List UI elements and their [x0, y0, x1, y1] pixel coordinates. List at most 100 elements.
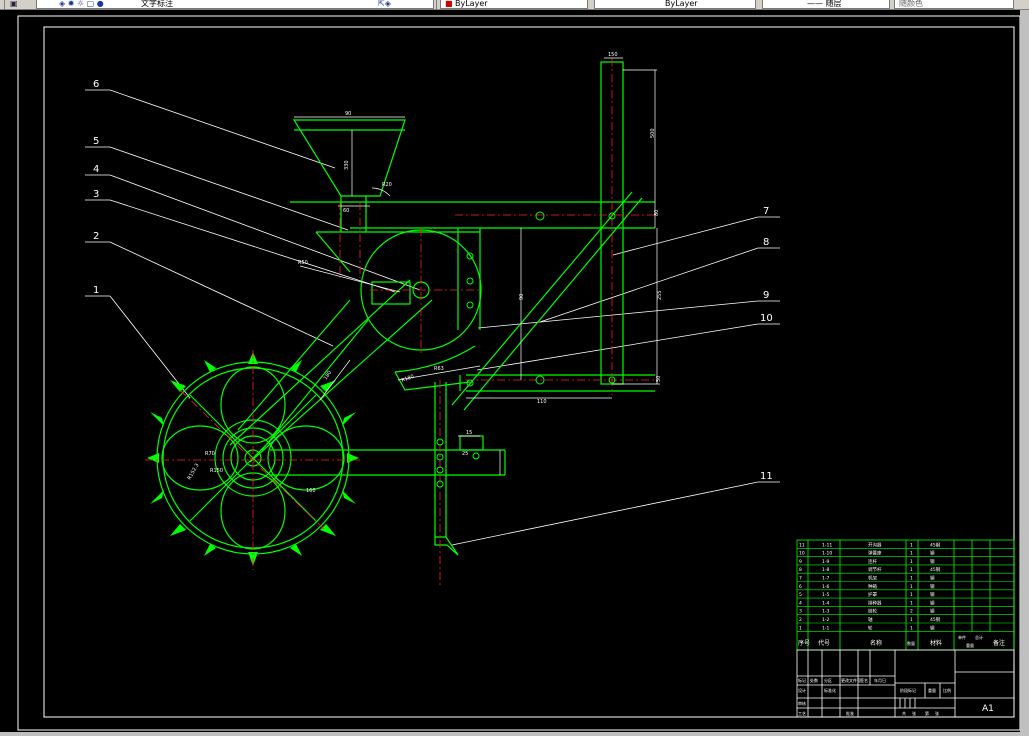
bom-cell-code: 1-9 [822, 559, 829, 565]
bom-cell-code: 1-11 [822, 542, 832, 548]
dimension-text: 255 [657, 290, 663, 300]
plotstyle-dropdown-value: 随颜色 [899, 0, 923, 8]
bom-cell-code: 1-10 [822, 551, 832, 557]
bom-cell-qty: 1 [910, 542, 913, 548]
bom-header-total: 总计 [975, 634, 983, 640]
dimension-text: 160 [306, 488, 316, 494]
linetype-dropdown-value: ByLayer [665, 0, 698, 8]
bom-cell-material: 钢 [930, 583, 935, 590]
bom-cell-no: 7 [799, 576, 802, 582]
vertical-scrollbar[interactable] [1020, 10, 1029, 732]
dimension-text: 150 [608, 52, 618, 58]
callout-label: 2 [93, 231, 99, 242]
dimension-text: 25 [462, 451, 468, 457]
bom-cell-qty: 1 [910, 617, 913, 623]
bom-header-unit: 单件 [958, 634, 966, 640]
callout-label: 1 [93, 285, 99, 296]
bom-cell-name: 机架 [868, 575, 877, 582]
bom-cell-no: 11 [799, 542, 805, 548]
bom-cell-qty: 1 [910, 567, 913, 573]
bom-cell-qty: 2 [910, 609, 913, 615]
bom-header-qty: 数量 [907, 640, 915, 646]
bom-cell-name: 调节杆 [868, 566, 882, 573]
color-dropdown-value: ByLayer [455, 0, 488, 8]
layer-dropdown[interactable]: ◈ ✹ ☼ ▢ ● 文字标注 [36, 0, 434, 9]
callout-label: 9 [763, 290, 769, 301]
bom-cell-qty: 1 [910, 551, 913, 557]
bom-header-material: 材料 [930, 639, 942, 647]
callout-label: 10 [760, 313, 773, 324]
color-swatch-icon: ■ [445, 0, 453, 8]
lineweight-dropdown[interactable]: —— 随层 [762, 0, 890, 9]
title-block-label: 签名 [860, 677, 868, 683]
bom-cell-code: 1-5 [822, 592, 829, 598]
drawing-canvas[interactable]: 6 5 4 3 2 1 7 8 9 10 11 90 330 60 R20 R5… [0, 10, 1021, 732]
bom-header-name: 名称 [870, 639, 882, 647]
bom-cell-no: 5 [799, 592, 802, 598]
dimension-text: R150 [210, 468, 223, 474]
color-dropdown[interactable]: ■ ByLayer [440, 0, 588, 9]
bom-cell-qty: 1 [910, 559, 913, 565]
bom-cell-qty: 1 [910, 584, 913, 590]
layer-manager-icon[interactable]: ▣ [10, 0, 18, 9]
title-block-label: 批准 [846, 710, 854, 716]
toolbar-separator [4, 0, 5, 9]
bom-cell-qty: 1 [910, 625, 913, 631]
bom-cell-code: 1-4 [822, 600, 829, 606]
bom-cell-material: 45钢 [930, 566, 941, 573]
dimension-text: 80 [654, 210, 660, 216]
bom-cell-material: 钢 [930, 575, 935, 582]
bom-cell-material: 45钢 [930, 616, 941, 623]
bom-cell-no: 6 [799, 584, 802, 590]
sheet-size-label: A1 [982, 704, 994, 714]
title-block-label: 张 [935, 710, 939, 716]
bom-cell-no: 9 [799, 559, 802, 565]
bom-cell-qty: 1 [910, 592, 913, 598]
title-block-label: 年月日 [874, 677, 886, 683]
title-block-label: 共 [902, 710, 906, 716]
lineweight-dropdown-value: —— 随层 [807, 0, 842, 8]
bom-cell-material: 钢 [930, 599, 935, 606]
dimension-text: R20 [382, 182, 392, 188]
bom-cell-name: 弹簧座 [868, 550, 882, 557]
bom-cell-material: 钢 [930, 550, 935, 557]
bom-cell-name: 轴 [868, 616, 873, 623]
bom-cell-material: 钢 [930, 624, 935, 631]
bom-header-remark: 备注 [993, 639, 1005, 647]
horizontal-scrollbar[interactable] [0, 732, 1029, 736]
bom-cell-material: 钢 [930, 608, 935, 615]
layer-previous-icon[interactable]: ⇱◈ [378, 0, 391, 9]
bom-cell-name: 护罩 [868, 591, 877, 598]
callout-label: 6 [93, 79, 99, 90]
bom-cell-name: 轮 [868, 624, 873, 631]
title-block-label: 更改文件号 [841, 677, 861, 683]
bom-cell-no: 3 [799, 609, 802, 615]
bom-cell-code: 1-7 [822, 576, 829, 582]
dimension-text: 500 [650, 128, 656, 138]
dimension-text: R70 [205, 451, 215, 457]
bom-header-code: 代号 [818, 639, 830, 647]
bom-header-no: 序号 [798, 639, 810, 647]
bom-header-mass: 重量 [966, 642, 974, 648]
cad-drawing: 6 5 4 3 2 1 7 8 9 10 11 90 330 60 R20 R5… [0, 10, 1021, 732]
dimension-text: 330 [344, 160, 350, 170]
title-block-label: 比例 [943, 687, 951, 693]
dimension-text: 50 [656, 376, 662, 382]
bom-cell-qty: 1 [910, 576, 913, 582]
callout-label: 11 [760, 471, 773, 482]
bom-cell-code: 1-8 [822, 567, 829, 573]
bom-cell-code: 1-6 [822, 584, 829, 590]
bom-cell-no: 8 [799, 567, 802, 573]
title-block-label: 设计 [798, 687, 806, 693]
bom-cell-name: 种箱 [868, 583, 877, 590]
title-block-label: 第 [925, 710, 929, 716]
dimension-text: R50 [298, 260, 308, 266]
title-block-label: 标准化 [824, 687, 836, 693]
plotstyle-dropdown[interactable]: 随颜色 [894, 0, 1014, 9]
bom-cell-material: 45钢 [930, 541, 941, 548]
linetype-dropdown[interactable]: ByLayer [594, 0, 756, 9]
bom-cell-no: 2 [799, 617, 802, 623]
title-block-label: 标记 [798, 677, 806, 683]
bom-cell-no: 4 [799, 600, 802, 606]
layer-state-icons: ◈ ✹ ☼ ▢ ● [59, 0, 104, 8]
